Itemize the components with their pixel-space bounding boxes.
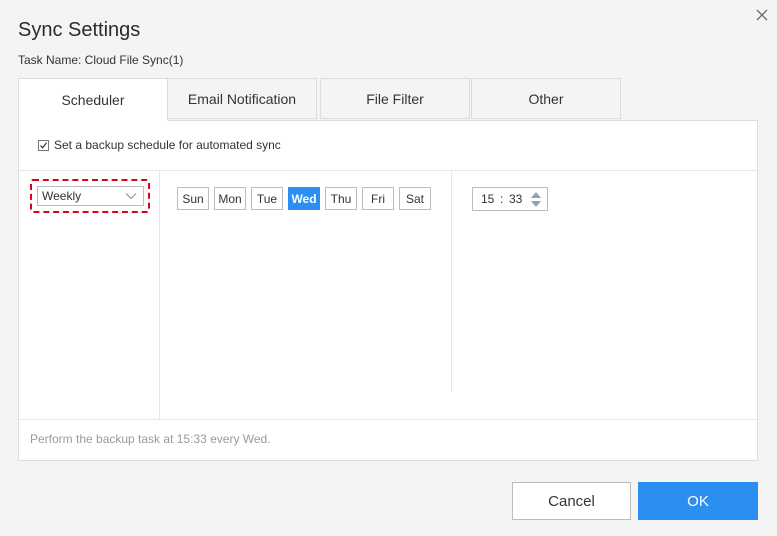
close-icon[interactable] [752, 5, 772, 25]
time-picker[interactable]: 15 : 33 [472, 187, 548, 211]
frequency-highlight: Weekly [30, 179, 150, 213]
day-wed[interactable]: Wed [288, 187, 320, 210]
tab-other[interactable]: Other [471, 78, 621, 119]
schedule-enable-label: Set a backup schedule for automated sync [54, 138, 281, 152]
day-thu[interactable]: Thu [325, 187, 357, 210]
frequency-value: Weekly [42, 189, 82, 203]
day-fri[interactable]: Fri [362, 187, 394, 210]
time-separator: : [500, 192, 504, 206]
frequency-select[interactable]: Weekly [37, 186, 144, 206]
scheduler-panel: Set a backup schedule for automated sync… [18, 120, 758, 461]
day-tue[interactable]: Tue [251, 187, 283, 210]
schedule-enable-checkbox[interactable] [38, 139, 49, 151]
schedule-enable-row: Set a backup schedule for automated sync [38, 138, 281, 152]
divider [451, 171, 452, 391]
cancel-button[interactable]: Cancel [512, 482, 631, 520]
day-sun[interactable]: Sun [177, 187, 209, 210]
time-spinner-icon[interactable] [529, 191, 543, 208]
time-minute[interactable]: 33 [509, 192, 522, 206]
time-hour[interactable]: 15 [481, 192, 494, 206]
ok-button[interactable]: OK [638, 482, 758, 520]
day-mon[interactable]: Mon [214, 187, 246, 210]
task-name-label: Task Name: Cloud File Sync(1) [18, 53, 184, 67]
tab-file-filter[interactable]: File Filter [320, 78, 470, 119]
schedule-summary: Perform the backup task at 15:33 every W… [30, 432, 271, 446]
divider [19, 419, 757, 420]
divider [159, 171, 160, 420]
tab-email-notification[interactable]: Email Notification [167, 78, 317, 119]
chevron-down-icon [125, 193, 137, 200]
day-sat[interactable]: Sat [399, 187, 431, 210]
divider [19, 170, 757, 171]
dialog-title: Sync Settings [18, 19, 141, 41]
tab-scheduler[interactable]: Scheduler [18, 78, 168, 121]
